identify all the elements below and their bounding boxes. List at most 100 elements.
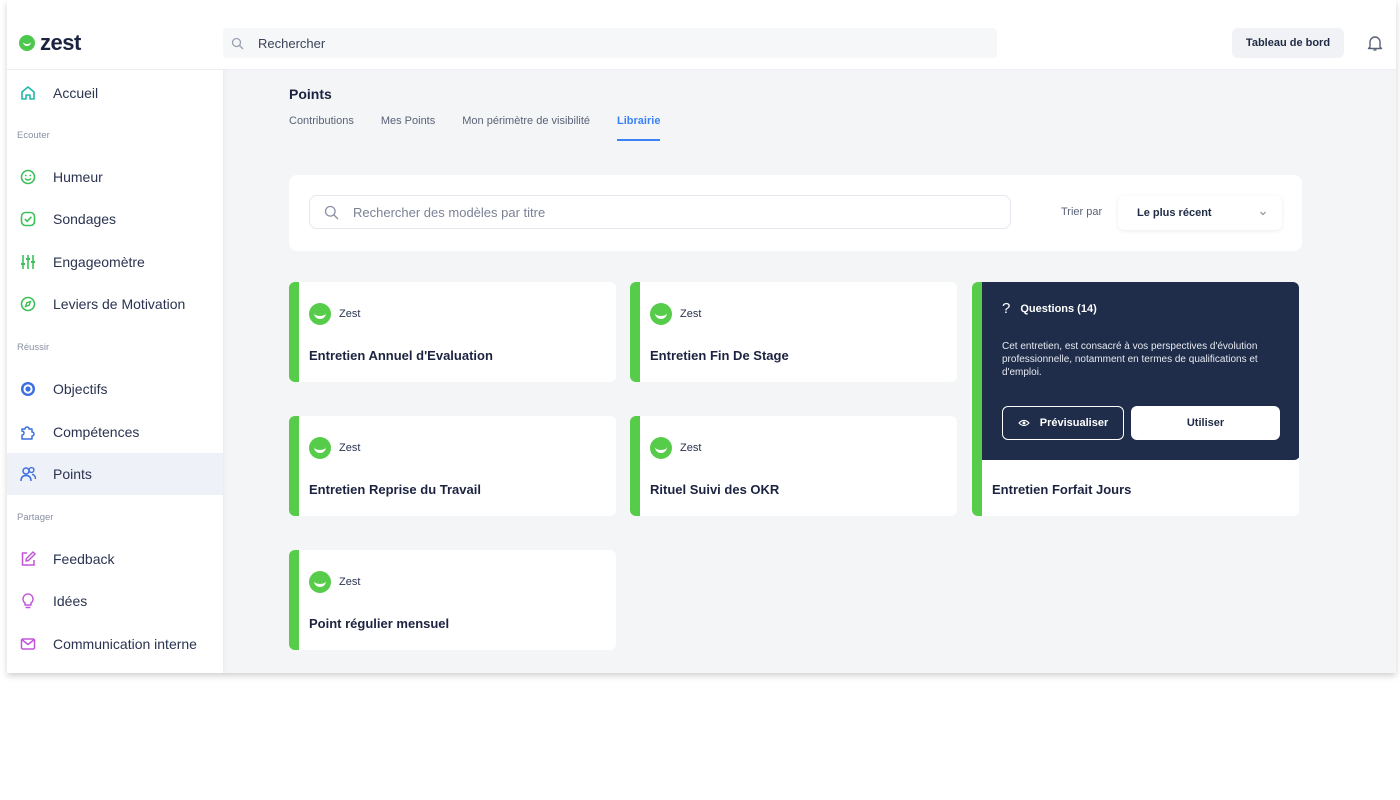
card-brand: Zest — [309, 303, 360, 325]
use-button[interactable]: Utiliser — [1131, 406, 1280, 440]
zest-logo-icon — [650, 303, 672, 325]
home-icon — [19, 84, 37, 102]
template-card[interactable]: Zest Point régulier mensuel — [289, 550, 616, 650]
preview-button-label: Prévisualiser — [1039, 417, 1109, 429]
template-card[interactable]: Zest Entretien Fin De Stage — [630, 282, 957, 382]
card-title: Entretien Fin De Stage — [650, 348, 789, 363]
card-description: Cet entretien, est consacré à vos perspe… — [1002, 341, 1258, 378]
template-card[interactable]: Zest Entretien Reprise du Travail — [289, 416, 616, 516]
sort-select-value: Le plus récent — [1137, 207, 1212, 219]
card-title: Entretien Forfait Jours — [992, 482, 1132, 497]
search-icon — [324, 205, 339, 220]
sidebar-item-label: Objectifs — [53, 381, 108, 397]
sidebar-item-competences[interactable]: Compétences — [7, 411, 223, 453]
card-accent-bar — [289, 282, 299, 382]
sidebar-item-label: Accueil — [53, 85, 99, 101]
template-card-hovered[interactable]: ? Questions (14) Cet entretien, est cons… — [972, 282, 1299, 516]
eye-icon — [1017, 419, 1030, 427]
puzzle-icon — [19, 423, 37, 441]
sidebar: zest Accueil Ecouter Humeur Sondages Eng… — [7, 0, 223, 673]
zest-logo-icon — [19, 35, 35, 51]
template-search-input[interactable] — [353, 204, 973, 220]
sidebar-item-label: Humeur — [53, 169, 103, 185]
preview-button[interactable]: Prévisualiser — [1002, 406, 1124, 440]
card-title: Point régulier mensuel — [309, 616, 450, 631]
card-brand: Zest — [650, 303, 701, 325]
section-title-reussir: Réussir — [17, 342, 50, 353]
logo-text: zest — [40, 30, 81, 55]
sidebar-item-label: Feedback — [53, 551, 115, 567]
card-brand: Zest — [309, 437, 360, 459]
card-brand-name: Zest — [339, 442, 361, 454]
tab-bar: Contributions Mes Points Mon périmètre d… — [289, 115, 687, 141]
sort-select[interactable]: Le plus récent — [1118, 196, 1282, 230]
sidebar-item-label: Leviers de Motivation — [53, 296, 186, 312]
sidebar-item-sondages[interactable]: Sondages — [7, 198, 223, 240]
card-title: Rituel Suivi des OKR — [650, 482, 780, 497]
dashboard-button[interactable]: Tableau de bord — [1232, 28, 1344, 58]
sidebar-divider — [7, 69, 223, 70]
logo[interactable]: zest — [19, 30, 81, 56]
chevron-down-icon — [1258, 208, 1268, 218]
card-brand-name: Zest — [680, 308, 702, 320]
card-accent-bar — [630, 282, 640, 382]
template-card[interactable]: Zest Entretien Annuel d'Evaluation — [289, 282, 616, 382]
sidebar-item-objectifs[interactable]: Objectifs — [7, 368, 223, 410]
card-brand-name: Zest — [680, 442, 702, 454]
tab-mes-points[interactable]: Mes Points — [381, 115, 435, 141]
sidebar-item-engageometre[interactable]: Engageomètre — [7, 241, 223, 283]
zest-logo-icon — [309, 571, 331, 593]
sidebar-item-label: Engageomètre — [53, 254, 145, 270]
sidebar-item-label: Compétences — [53, 424, 140, 440]
search-icon — [231, 37, 244, 50]
sidebar-item-points[interactable]: Points — [7, 453, 223, 495]
card-accent-bar — [289, 550, 299, 650]
questions-count-label: Questions (14) — [1020, 302, 1097, 315]
card-brand: Zest — [309, 571, 360, 593]
sidebar-item-label: Idées — [53, 593, 88, 609]
zest-logo-icon — [650, 437, 672, 459]
sidebar-item-leviers[interactable]: Leviers de Motivation — [7, 283, 223, 325]
card-accent-bar — [630, 416, 640, 516]
lightbulb-icon — [19, 592, 37, 610]
global-search-input[interactable]: Rechercher — [223, 28, 997, 58]
compass-icon — [19, 295, 37, 313]
notification-bell-icon[interactable] — [1366, 34, 1384, 57]
question-icon: ? — [1002, 300, 1011, 317]
sidebar-item-label: Communication interne — [53, 636, 197, 652]
zest-logo-icon — [309, 437, 331, 459]
smile-icon — [19, 168, 37, 186]
sidebar-item-feedback[interactable]: Feedback — [7, 538, 223, 580]
filter-bar: Trier par Le plus récent — [289, 175, 1302, 251]
card-hover-overlay: ? Questions (14) Cet entretien, est cons… — [982, 282, 1299, 460]
check-square-icon — [19, 210, 37, 228]
tab-perimetre[interactable]: Mon périmètre de visibilité — [462, 115, 590, 141]
sidebar-item-idees[interactable]: Idées — [7, 580, 223, 622]
tab-contributions[interactable]: Contributions — [289, 115, 354, 141]
global-search-placeholder: Rechercher — [258, 35, 326, 51]
mail-icon — [19, 635, 37, 653]
app-window: zest Accueil Ecouter Humeur Sondages Eng… — [7, 0, 1396, 673]
edit-icon — [19, 550, 37, 568]
card-accent-bar — [972, 282, 982, 516]
page-title: Points — [289, 86, 332, 102]
tab-librairie[interactable]: Librairie — [617, 115, 661, 141]
template-search — [309, 195, 1011, 229]
sort-label: Trier par — [1061, 206, 1103, 218]
card-title: Entretien Reprise du Travail — [309, 482, 481, 497]
sidebar-item-humeur[interactable]: Humeur — [7, 156, 223, 198]
card-brand-name: Zest — [339, 308, 361, 320]
card-brand-name: Zest — [339, 576, 361, 588]
card-accent-bar — [289, 416, 299, 516]
target-icon — [19, 380, 37, 398]
sidebar-item-accueil[interactable]: Accueil — [7, 72, 223, 114]
card-title: Entretien Annuel d'Evaluation — [309, 348, 493, 363]
topbar: Rechercher Tableau de bord — [223, 0, 1396, 70]
sliders-icon — [19, 253, 37, 271]
sidebar-item-communication[interactable]: Communication interne — [7, 623, 223, 665]
card-brand: Zest — [650, 437, 701, 459]
sidebar-item-label: Points — [53, 466, 92, 482]
section-title-ecouter: Ecouter — [17, 130, 50, 141]
template-card[interactable]: Zest Rituel Suivi des OKR — [630, 416, 957, 516]
section-title-partager: Partager — [17, 512, 54, 523]
